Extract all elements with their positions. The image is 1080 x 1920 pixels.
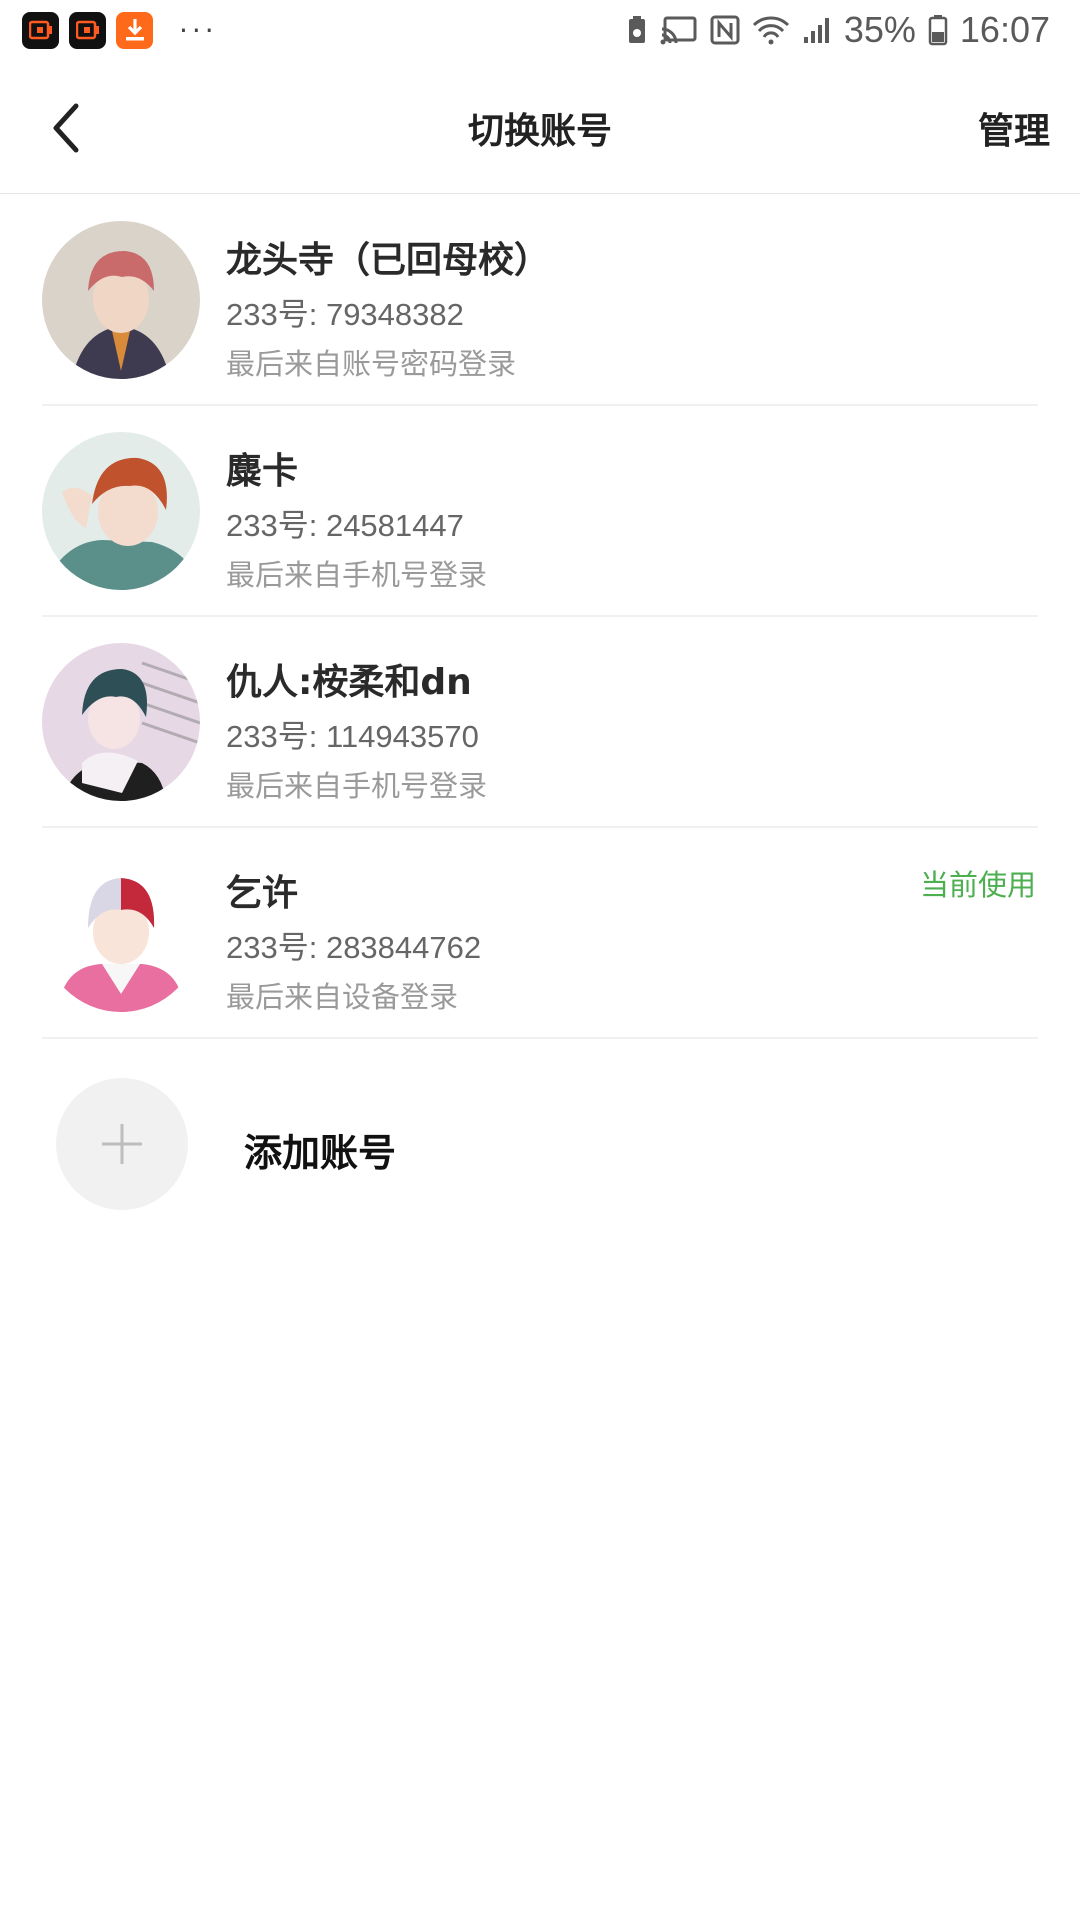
battery-saver-icon — [628, 16, 645, 43]
battery-percent: 35% — [843, 9, 916, 50]
avatar — [42, 432, 200, 590]
wifi-icon — [752, 16, 789, 45]
avatar — [42, 854, 200, 1012]
account-id: 233号: 79348382 — [226, 297, 464, 332]
current-account-badge: 当前使用 — [919, 868, 1036, 902]
signal-icon — [803, 18, 829, 43]
login-source: 最后来自手机号登录 — [226, 558, 488, 592]
nfc-icon — [710, 15, 740, 45]
status-bar: ··· 35% 16:07 — [0, 0, 1080, 60]
avatar — [42, 221, 200, 379]
account-name: 乞许 — [226, 873, 299, 914]
account-item[interactable]: 仇人:桉柔和dn 233号: 114943570 最后来自手机号登录 — [42, 617, 1038, 828]
more-dots-icon: ··· — [179, 13, 218, 47]
cast-icon — [660, 16, 697, 45]
avatar — [42, 643, 200, 801]
system-status: 35% 16:07 — [626, 9, 1050, 51]
video-app-icon — [22, 11, 59, 49]
nav-bar: 切换账号 管理 — [0, 60, 1080, 194]
page-title: 切换账号 — [467, 111, 612, 152]
clock: 16:07 — [959, 9, 1050, 50]
login-source: 最后来自设备登录 — [226, 980, 459, 1014]
account-name: 龙头寺（已回母校） — [226, 240, 551, 281]
account-id: 233号: 24581447 — [226, 508, 464, 543]
account-item[interactable]: 龙头寺（已回母校） 233号: 79348382 最后来自账号密码登录 — [42, 195, 1038, 406]
add-account-button[interactable]: 添加账号 — [56, 1078, 956, 1210]
manage-button[interactable]: 管理 — [978, 102, 1050, 154]
plus-icon — [102, 1124, 142, 1164]
login-source: 最后来自账号密码登录 — [226, 347, 517, 381]
account-list: 龙头寺（已回母校） 233号: 79348382 最后来自账号密码登录 麋卡 2… — [0, 195, 1080, 1039]
add-account-label: 添加账号 — [244, 1131, 397, 1175]
download-app-icon — [116, 11, 153, 49]
notification-icons: ··· — [22, 11, 218, 49]
account-name: 仇人:桉柔和dn — [226, 662, 472, 703]
account-item[interactable]: 麋卡 233号: 24581447 最后来自手机号登录 — [42, 406, 1038, 617]
add-account-circle — [56, 1078, 188, 1210]
video-app-icon — [69, 11, 106, 49]
account-id: 233号: 283844762 — [226, 930, 482, 965]
battery-icon — [928, 15, 948, 46]
account-name: 麋卡 — [226, 451, 299, 492]
account-item[interactable]: 乞许 233号: 283844762 最后来自设备登录 当前使用 — [42, 828, 1038, 1039]
account-id: 233号: 114943570 — [226, 719, 479, 754]
login-source: 最后来自手机号登录 — [226, 769, 488, 803]
